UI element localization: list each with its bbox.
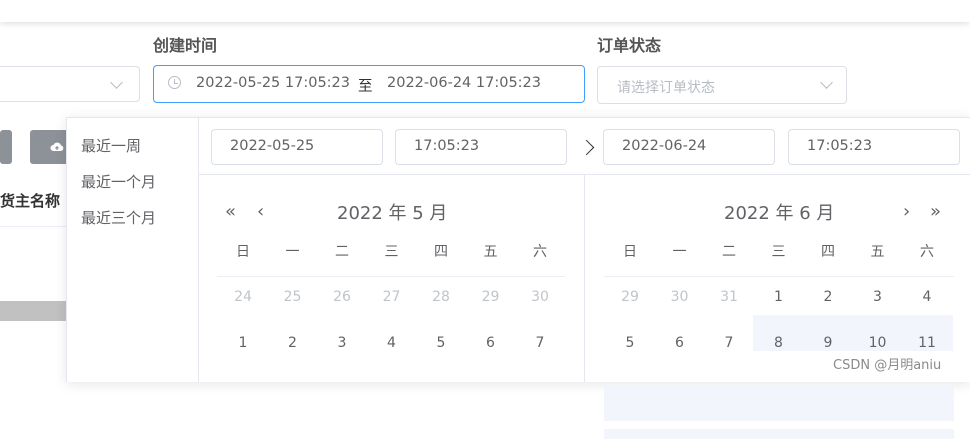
calendar-day[interactable]: 10 <box>853 335 903 351</box>
calendar-day[interactable]: 6 <box>466 335 516 351</box>
order-status-placeholder: 请选择订单状态 <box>617 80 715 96</box>
end-date-value: 2022-06-24 <box>622 138 707 154</box>
shortcut-last-three-months[interactable]: 最近三个月 <box>81 207 156 228</box>
calendar-day[interactable]: 31 <box>704 289 754 305</box>
next-year-button[interactable]: » <box>930 201 941 222</box>
shortcut-last-month[interactable]: 最近一个月 <box>81 171 156 192</box>
prev-year-button[interactable]: « <box>225 201 236 222</box>
right-calendar-title: 2022 年 6 月 <box>724 203 835 224</box>
calendar-day[interactable]: 30 <box>515 289 565 305</box>
column-header-owner-name: 货主名称 <box>0 192 61 210</box>
calendar-day[interactable]: 8 <box>754 335 804 351</box>
weekday-header: 六 <box>920 244 934 260</box>
left-calendar-title: 2022 年 5 月 <box>337 203 448 224</box>
selected-range-highlight <box>604 429 954 439</box>
weekday-header: 二 <box>722 244 736 260</box>
cloud-upload-icon <box>50 142 64 151</box>
start-date-input[interactable]: 2022-05-25 <box>211 129 383 165</box>
calendar-day[interactable]: 25 <box>268 289 318 305</box>
calendar-day[interactable]: 5 <box>605 335 655 351</box>
weekday-header: 五 <box>870 244 885 260</box>
prev-month-button[interactable]: ‹ <box>257 201 264 222</box>
toolbar-button[interactable] <box>0 130 12 164</box>
weekday-divider <box>604 276 954 277</box>
horizontal-scrollbar[interactable] <box>0 301 66 321</box>
weekday-header: 五 <box>483 244 498 260</box>
left-filter-select[interactable] <box>0 66 140 102</box>
calendar-day[interactable]: 4 <box>367 335 417 351</box>
weekday-header: 三 <box>771 244 786 260</box>
range-end-input[interactable]: 2022-06-24 17:05:23 <box>387 75 541 91</box>
weekday-divider <box>217 276 565 277</box>
picker-time-header: 2022-05-25 17:05:23 2022-06-24 17:05:23 <box>199 118 970 175</box>
clock-icon <box>168 76 181 89</box>
calendar-day[interactable]: 29 <box>466 289 516 305</box>
chevron-down-icon <box>110 76 123 89</box>
weekday-header: 四 <box>434 244 448 260</box>
order-status-label: 订单状态 <box>597 36 662 55</box>
end-time-input[interactable]: 17:05:23 <box>788 129 960 165</box>
right-calendar: › » 2022 年 6 月 日 一 二 三 四 五 六 29 30 31 1 2 3 4 5 6 7 8 9 10 1… <box>585 175 970 439</box>
chevron-down-icon <box>820 76 833 89</box>
created-time-label: 创建时间 <box>153 36 218 55</box>
table-header: 货主名称 <box>0 176 66 227</box>
end-time-value: 17:05:23 <box>807 138 873 154</box>
weekday-header: 三 <box>384 244 399 260</box>
range-start-input[interactable]: 2022-05-25 17:05:23 <box>196 75 350 91</box>
weekday-header: 一 <box>672 244 687 260</box>
selected-range-highlight <box>604 385 954 421</box>
calendar-day[interactable]: 29 <box>605 289 655 305</box>
calendar-day[interactable]: 6 <box>655 335 705 351</box>
calendar-day[interactable]: 3 <box>317 335 367 351</box>
top-header-bar <box>0 0 970 22</box>
calendar-day[interactable]: 1 <box>754 289 804 305</box>
calendar-day[interactable]: 7 <box>704 335 754 351</box>
chevron-right-icon <box>578 139 595 156</box>
next-month-button[interactable]: › <box>903 201 910 222</box>
start-date-value: 2022-05-25 <box>230 138 315 154</box>
cloud-upload-button[interactable] <box>30 130 70 164</box>
start-time-input[interactable]: 17:05:23 <box>395 129 567 165</box>
calendar-day[interactable]: 2 <box>803 289 853 305</box>
calendar-day[interactable]: 30 <box>655 289 705 305</box>
weekday-header: 四 <box>821 244 835 260</box>
date-range-picker-panel: 最近一周 最近一个月 最近三个月 2022-05-25 17:05:23 202… <box>66 117 970 439</box>
calendar-day[interactable]: 24 <box>218 289 268 305</box>
calendar-day[interactable]: 27 <box>367 289 417 305</box>
created-time-range-input[interactable]: 2022-05-25 17:05:23 至 2022-06-24 17:05:2… <box>153 65 585 103</box>
start-time-value: 17:05:23 <box>414 138 480 154</box>
calendar-day[interactable]: 11 <box>902 335 952 351</box>
calendar-day[interactable]: 1 <box>218 335 268 351</box>
picker-shortcuts-sidebar: 最近一周 最近一个月 最近三个月 <box>67 118 199 382</box>
calendar-day[interactable]: 26 <box>317 289 367 305</box>
calendar-day[interactable]: 4 <box>902 289 952 305</box>
weekday-header: 日 <box>623 244 637 260</box>
shortcut-last-week[interactable]: 最近一周 <box>81 135 141 156</box>
calendar-day[interactable]: 5 <box>416 335 466 351</box>
order-status-select[interactable]: 请选择订单状态 <box>597 66 847 104</box>
end-date-input[interactable]: 2022-06-24 <box>603 129 775 165</box>
weekday-header: 六 <box>533 244 547 260</box>
weekday-header: 日 <box>236 244 250 260</box>
calendar-day[interactable]: 9 <box>803 335 853 351</box>
weekday-header: 一 <box>285 244 300 260</box>
calendar-day[interactable]: 7 <box>515 335 565 351</box>
calendar-day[interactable]: 2 <box>268 335 318 351</box>
calendar-day[interactable]: 3 <box>853 289 903 305</box>
calendar-day[interactable]: 28 <box>416 289 466 305</box>
left-calendar: « ‹ 2022 年 5 月 日 一 二 三 四 五 六 24 25 26 27 28 29 30 1 2 3 4… <box>199 175 584 382</box>
watermark: CSDN @月明aniu <box>833 358 942 373</box>
weekday-header: 二 <box>335 244 349 260</box>
range-separator: 至 <box>358 79 373 95</box>
